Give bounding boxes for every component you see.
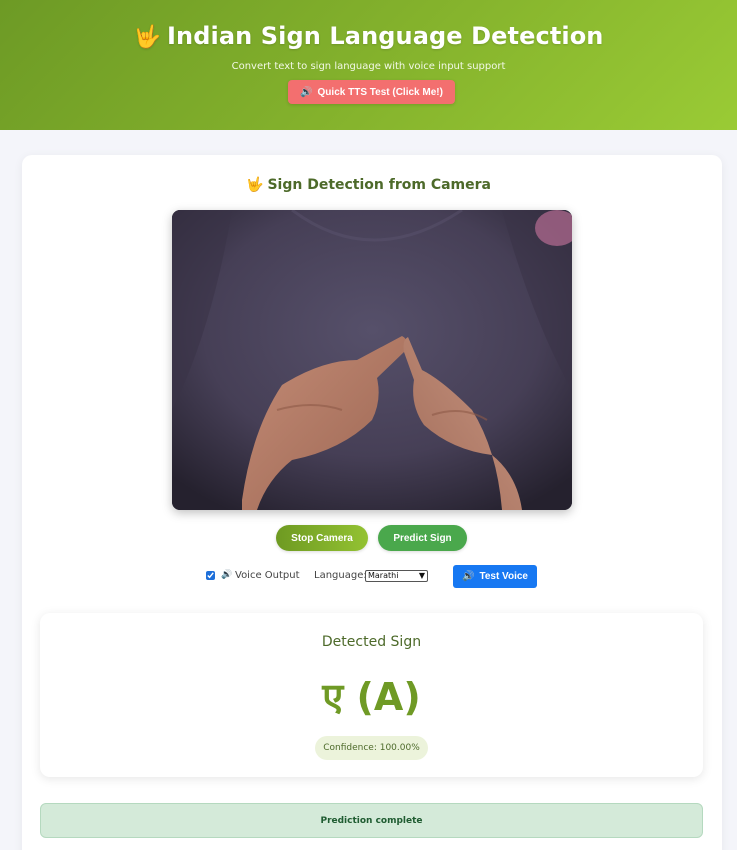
app-header: 🤟 Indian Sign Language Detection Convert …: [0, 0, 737, 130]
test-voice-label: Test Voice: [479, 571, 528, 582]
detected-sign-heading: Detected Sign: [321, 634, 422, 650]
camera-feed: [172, 210, 572, 510]
hand-sign-icon: 🤟: [246, 177, 264, 193]
page-subtitle: Convert text to sign language with voice…: [231, 61, 506, 72]
camera-frame-image: [172, 210, 572, 510]
quick-tts-test-label: Quick TTS Test (Click Me!): [317, 86, 443, 98]
section-title: 🤟 Sign Detection from Camera: [0, 177, 737, 193]
voice-output-label: Voice Output: [235, 570, 300, 581]
voice-output-checkbox[interactable]: [206, 571, 215, 580]
language-label: Language:: [314, 570, 367, 581]
page-title: 🤟 Indian Sign Language Detection: [0, 22, 737, 50]
test-voice-button[interactable]: 🔊 Test Voice: [453, 565, 537, 588]
predict-sign-button[interactable]: Predict Sign: [378, 525, 467, 551]
voice-controls: 🔊 Voice Output Language: Marathi ▼ 🔊 Tes…: [0, 565, 737, 588]
language-selected-value: Marathi: [368, 571, 399, 580]
chevron-down-icon: ▼: [418, 571, 425, 580]
confidence-badge: Confidence: 100.00%: [315, 736, 428, 760]
speaker-icon: 🔊: [300, 86, 313, 98]
detected-sign-value: ए (A): [322, 675, 421, 719]
hand-sign-icon: 🤟: [133, 25, 161, 50]
section-title-text: Sign Detection from Camera: [267, 177, 491, 193]
speaker-icon: 🔊: [462, 571, 475, 582]
speaker-icon: 🔊: [221, 570, 233, 580]
quick-tts-test-button[interactable]: 🔊 Quick TTS Test (Click Me!): [288, 80, 455, 104]
language-select[interactable]: Marathi ▼: [365, 570, 428, 582]
stop-camera-button[interactable]: Stop Camera: [276, 525, 368, 551]
page-title-text: Indian Sign Language Detection: [167, 22, 604, 50]
status-message: Prediction complete: [40, 803, 703, 838]
